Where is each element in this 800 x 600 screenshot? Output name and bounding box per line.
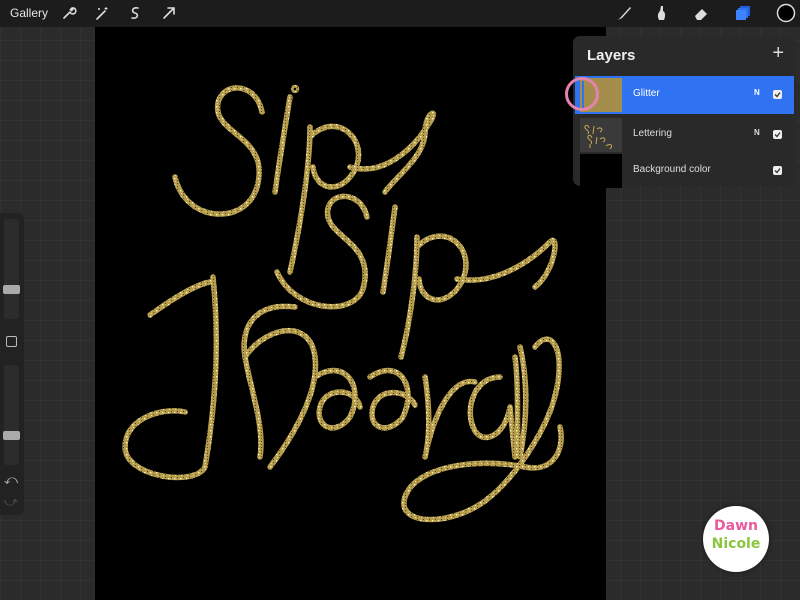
wrench-icon[interactable] xyxy=(60,4,78,22)
opacity-slider[interactable] xyxy=(4,365,19,465)
blend-mode[interactable]: N xyxy=(754,88,760,97)
layer-name: Background color xyxy=(633,164,711,175)
brush-icon[interactable] xyxy=(615,4,633,22)
layer-row-lettering[interactable]: Lettering N xyxy=(575,116,794,154)
layers-icon[interactable] xyxy=(734,4,752,22)
top-toolbar: Gallery xyxy=(0,0,800,27)
visibility-checkbox[interactable] xyxy=(773,90,782,99)
watermark-logo: Dawn Nicole xyxy=(703,506,769,572)
layer-name: Lettering xyxy=(633,128,672,139)
eyedropper-button[interactable] xyxy=(6,336,17,347)
selection-icon[interactable] xyxy=(126,4,144,22)
transform-arrow-icon[interactable] xyxy=(160,4,178,22)
eraser-icon[interactable] xyxy=(692,4,710,22)
highlight-circle xyxy=(565,77,599,111)
visibility-checkbox[interactable] xyxy=(773,130,782,139)
add-layer-icon[interactable]: + xyxy=(772,42,784,65)
redo-icon[interactable]: ⤻ xyxy=(4,494,18,510)
brush-size-slider[interactable] xyxy=(4,219,19,319)
magic-wand-icon[interactable] xyxy=(93,4,111,22)
drawing-canvas[interactable] xyxy=(95,27,606,600)
blend-mode[interactable]: N xyxy=(754,128,760,137)
logo-text-line2: Nicole xyxy=(711,536,761,552)
left-sidebar: ⤺ ⤻ xyxy=(0,213,24,515)
layer-row-background-color[interactable]: Background color xyxy=(575,152,794,190)
brush-size-handle[interactable] xyxy=(3,285,20,294)
layers-panel-title: Layers xyxy=(587,47,636,64)
layer-thumbnail-lettering xyxy=(580,118,622,152)
undo-icon[interactable]: ⤺ xyxy=(4,472,18,488)
smudge-icon[interactable] xyxy=(652,4,670,22)
layers-panel: Layers + Glitter N Lettering N Backgroun… xyxy=(573,36,796,188)
glitter-lettering xyxy=(122,84,564,523)
layer-name: Glitter xyxy=(633,88,660,99)
color-swatch[interactable] xyxy=(776,3,796,23)
logo-text-line1: Dawn xyxy=(714,518,758,534)
opacity-handle[interactable] xyxy=(3,431,20,440)
layer-thumbnail-background xyxy=(580,154,622,188)
visibility-checkbox[interactable] xyxy=(773,166,782,175)
gallery-button[interactable]: Gallery xyxy=(10,6,48,20)
layer-row-glitter[interactable]: Glitter N xyxy=(575,76,794,114)
